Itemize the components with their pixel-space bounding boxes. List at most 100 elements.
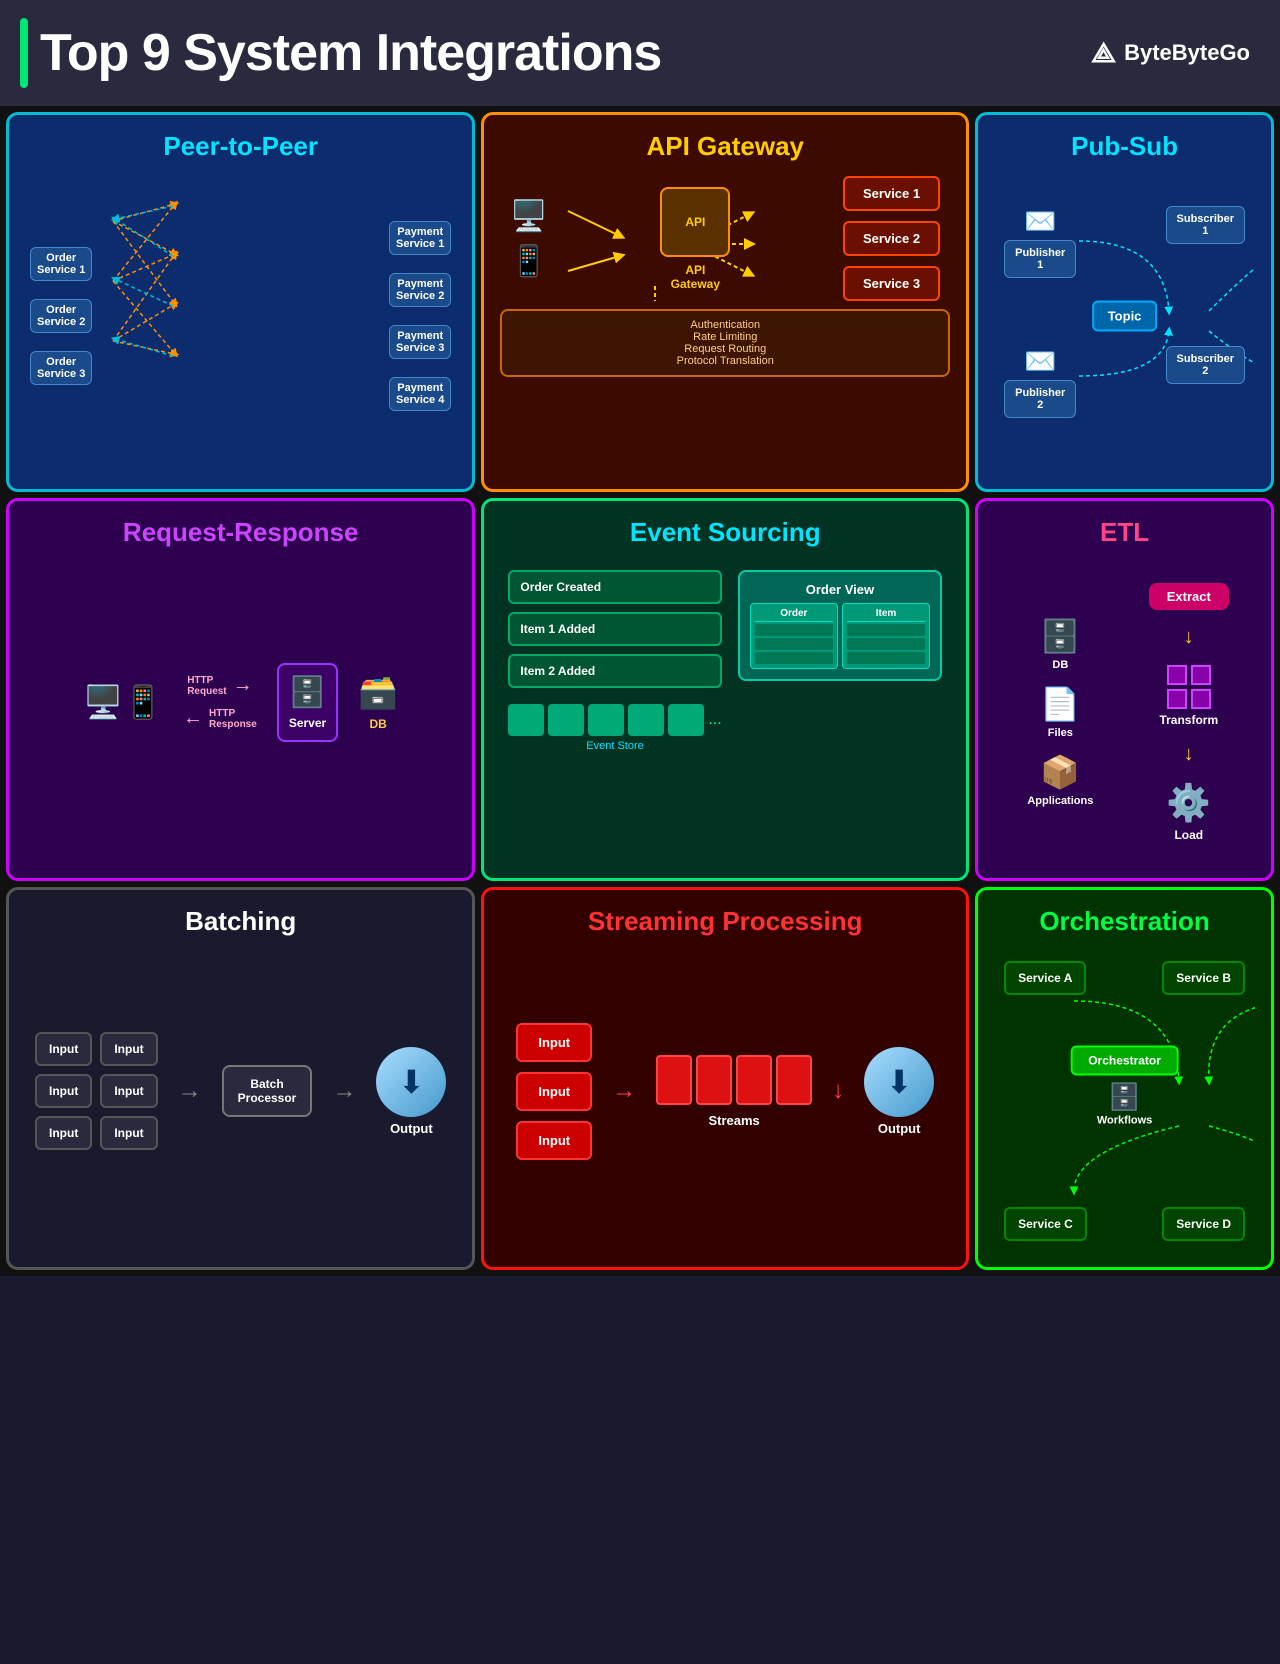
- http-request-row: HTTPRequest →: [187, 674, 252, 697]
- api-title: API Gateway: [500, 131, 950, 162]
- store-block-1: [508, 704, 544, 736]
- order-service-1: OrderService 1: [30, 247, 92, 281]
- header-left: Top 9 System Integrations: [20, 18, 661, 88]
- download-icon: ⬇: [398, 1063, 425, 1101]
- files-icon: 📄: [1040, 685, 1080, 723]
- page-header: Top 9 System Integrations ⟁ ByteByteGo: [0, 0, 1280, 106]
- api-gateway-box: API APIGateway: [660, 187, 730, 291]
- stream-output-label: Output: [878, 1121, 921, 1136]
- stream-content: Input Input Input → Streams ↓ ⬇ Output: [500, 951, 950, 1231]
- etl-title: ETL: [994, 517, 1255, 548]
- left-arrow-icon: ←: [183, 707, 203, 730]
- stream-output-circle: ⬇: [864, 1047, 934, 1117]
- card-request-response: Request-Response 🖥️📱 HTTPRequest → ← HTT…: [6, 498, 475, 881]
- transform-cell-3: [1167, 689, 1187, 709]
- topic-label: Topic: [1092, 301, 1158, 332]
- store-block-2: [548, 704, 584, 736]
- p2p-orders: OrderService 1 OrderService 2 OrderServi…: [30, 247, 92, 385]
- service-b: Service B: [1162, 961, 1245, 995]
- api-service-1: Service 1: [843, 176, 940, 211]
- card-pub-sub: Pub-Sub ✉️ Publisher1: [975, 112, 1274, 492]
- service-c: Service C: [1004, 1207, 1087, 1241]
- orch-title: Orchestration: [994, 906, 1255, 937]
- stream-blocks: [656, 1055, 812, 1105]
- es-order-view: Order View Order Item: [738, 570, 942, 854]
- order-col-order: Order: [750, 603, 838, 669]
- rr-client: 🖥️📱: [83, 683, 163, 721]
- order-row-3: [755, 652, 833, 664]
- workflows-label: Workflows: [1097, 1115, 1152, 1127]
- service-c-box: Service C: [1004, 1207, 1087, 1241]
- workflows: 🗄️ Workflows: [1097, 1082, 1152, 1127]
- batch-output-label: Output: [390, 1121, 433, 1136]
- rr-title: Request-Response: [25, 517, 456, 548]
- stream-output: ⬇ Output: [864, 1047, 934, 1136]
- service-a-box: Service A: [1004, 961, 1086, 995]
- transform-cell-2: [1191, 665, 1211, 685]
- transform-cell-4: [1191, 689, 1211, 709]
- order-row-2: [755, 638, 833, 650]
- item-rows: [847, 624, 925, 664]
- topic-box: Topic: [1092, 301, 1158, 332]
- p2p-content: OrderService 1 OrderService 2 OrderServi…: [25, 176, 456, 456]
- stream-input-2: Input: [516, 1072, 592, 1111]
- page-title: Top 9 System Integrations: [40, 23, 661, 83]
- batch-input-2: Input: [100, 1032, 157, 1066]
- publisher-2-label: Publisher2: [1004, 380, 1076, 418]
- payment-service-1: PaymentService 1: [389, 221, 451, 255]
- card-batching: Batching Input Input Input Input Input I…: [6, 887, 475, 1270]
- event-store-label: Event Store: [508, 740, 721, 752]
- api-service-3: Service 3: [843, 266, 940, 301]
- card-peer-to-peer: Peer-to-Peer: [6, 112, 475, 492]
- envelope-icon-1: ✉️: [1024, 206, 1056, 237]
- stream-block-3: [736, 1055, 772, 1105]
- batch-arrow-icon: →: [178, 1077, 202, 1105]
- down-arrow-load: ↓: [1184, 743, 1194, 766]
- db-stack-icon: 🗄️: [1040, 617, 1080, 655]
- payment-service-4: PaymentService 4: [389, 377, 451, 411]
- extract-box: Extract: [1149, 583, 1229, 610]
- db-label: DB: [369, 717, 386, 731]
- batch-content: Input Input Input Input Input Input → Ba…: [25, 951, 456, 1231]
- stream-input-3: Input: [516, 1121, 592, 1160]
- subscriber-1: Subscriber1: [1166, 206, 1245, 244]
- orchestrator-center: Orchestrator 🗄️ Workflows: [1070, 1046, 1179, 1127]
- publisher-2: ✉️ Publisher2: [1004, 346, 1076, 418]
- item-col-header: Item: [847, 608, 925, 622]
- api-gateway-label: APIGateway: [671, 263, 720, 291]
- es-content: Order Created Item 1 Added Item 2 Added …: [500, 562, 950, 862]
- down-arrow-transform: ↓: [1184, 626, 1194, 649]
- order-row-1: [755, 624, 833, 636]
- etl-db-label: DB: [1052, 659, 1068, 671]
- stream-block-1: [656, 1055, 692, 1105]
- pubsub-title: Pub-Sub: [994, 131, 1255, 162]
- api-gateway-icon: API: [660, 187, 730, 257]
- event-order-created: Order Created: [508, 570, 721, 604]
- envelope-icon-2: ✉️: [1024, 346, 1056, 377]
- workflows-icon: 🗄️: [1108, 1082, 1140, 1113]
- es-store-section: ... Event Store: [508, 704, 721, 752]
- store-dots: ...: [708, 711, 721, 729]
- batch-input-4: Input: [100, 1074, 157, 1108]
- order-service-2: OrderService 2: [30, 299, 92, 333]
- rr-db: 🗃️ DB: [358, 673, 398, 731]
- card-event-sourcing: Event Sourcing Order Created Item 1 Adde…: [481, 498, 969, 881]
- card-etl: ETL 🗄️ DB 📄 Files 📦 Applications Extra: [975, 498, 1274, 881]
- client-devices-icon: 🖥️📱: [83, 683, 163, 721]
- streams-label: Streams: [708, 1113, 759, 1128]
- server-icon: 🗄️: [289, 675, 326, 710]
- output-circle-icon: ⬇: [376, 1047, 446, 1117]
- es-title: Event Sourcing: [500, 517, 950, 548]
- store-block-3: [588, 704, 624, 736]
- etl-apps: 📦 Applications: [1027, 753, 1093, 807]
- load-label: Load: [1174, 828, 1203, 842]
- http-request-label: HTTPRequest: [187, 675, 226, 697]
- service-b-box: Service B: [1162, 961, 1245, 995]
- p2p-title: Peer-to-Peer: [25, 131, 456, 162]
- store-block-4: [628, 704, 664, 736]
- etl-apps-label: Applications: [1027, 795, 1093, 807]
- api-services: Service 1 Service 2 Service 3: [843, 176, 940, 301]
- payment-service-2: PaymentService 2: [389, 273, 451, 307]
- stream-block-2: [696, 1055, 732, 1105]
- order-view-title: Order View: [750, 582, 930, 597]
